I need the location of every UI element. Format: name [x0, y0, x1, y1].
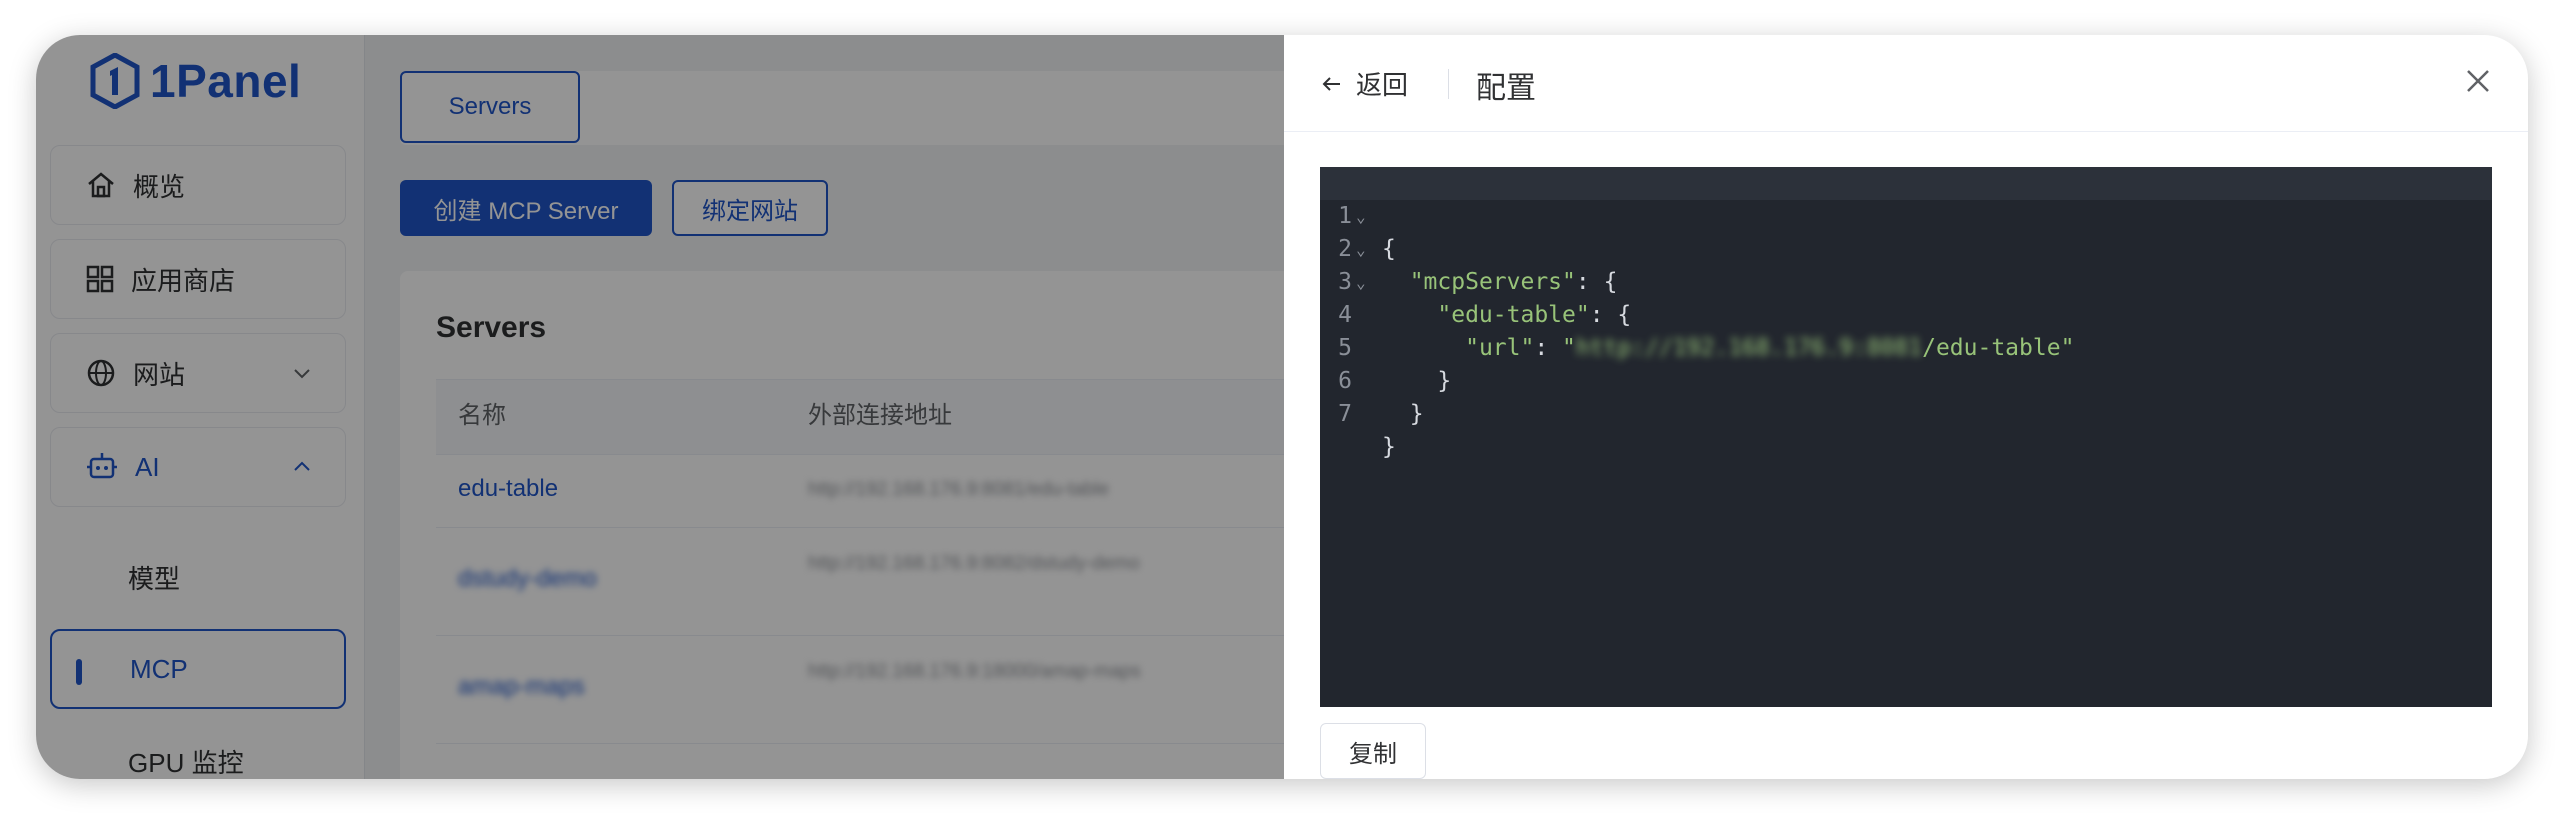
- modal-overlay[interactable]: [36, 35, 1284, 779]
- code-line: 3 ⌄ "edu-table": {: [1320, 233, 2492, 328]
- copy-button[interactable]: 复制: [1320, 723, 1426, 779]
- arrow-left-icon: [1322, 76, 1340, 91]
- config-drawer: 返回 配置 1 ⌄ { 2 ⌄ "mcpServers": { 3 ⌄ "edu-ta…: [1284, 35, 2528, 779]
- code-line: 5 }: [1338, 335, 1452, 394]
- app-window: 1Panel 概览 应用商店 网站 AI 模型 MCP GPU 监控 Serve…: [36, 35, 2528, 779]
- code-line: 2 ⌄ "mcpServers": {: [1320, 200, 2492, 295]
- close-icon[interactable]: [2462, 65, 2494, 97]
- code-line: 4 "url": "http://192.168.176.9:8081/edu-…: [1338, 302, 2075, 361]
- drawer-title: 配置: [1476, 72, 1536, 105]
- code-line: 6 }: [1338, 368, 1424, 427]
- back-button[interactable]: 返回: [1320, 65, 1408, 102]
- drawer-header: 返回 配置: [1284, 35, 2528, 132]
- code-line: 1 ⌄ {: [1320, 167, 2492, 262]
- back-label: 返回: [1356, 70, 1409, 100]
- code-editor[interactable]: 1 ⌄ { 2 ⌄ "mcpServers": { 3 ⌄ "edu-table": …: [1320, 167, 2492, 707]
- code-line: 7 }: [1338, 401, 1396, 460]
- header-divider: [1448, 69, 1449, 99]
